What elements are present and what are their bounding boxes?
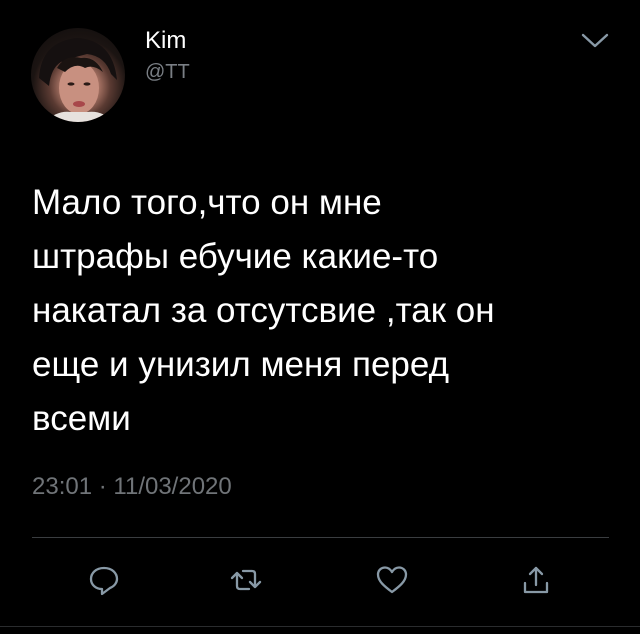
divider (32, 537, 609, 538)
tweet-timestamp[interactable]: 23:01 · 11/03/2020 (32, 472, 232, 502)
avatar[interactable] (31, 28, 125, 122)
tweet-date: 11/03/2020 (113, 473, 232, 500)
meta-separator: · (98, 473, 107, 500)
heart-icon[interactable] (374, 562, 410, 598)
bottom-divider (0, 626, 640, 627)
tweet-text: Мало того,что он мне штрафы ебучие какие… (32, 183, 495, 438)
tweet-card: Kim @TT Мало того,что он мне штрафы ебуч… (0, 0, 640, 634)
tweet-time: 23:01 (32, 473, 93, 500)
reply-icon[interactable] (86, 562, 122, 598)
retweet-icon[interactable] (228, 562, 264, 598)
author-name[interactable]: Kim (145, 26, 186, 56)
author-handle[interactable]: @TT (145, 60, 190, 84)
chevron-down-icon[interactable] (580, 30, 610, 52)
share-icon[interactable] (518, 562, 554, 598)
